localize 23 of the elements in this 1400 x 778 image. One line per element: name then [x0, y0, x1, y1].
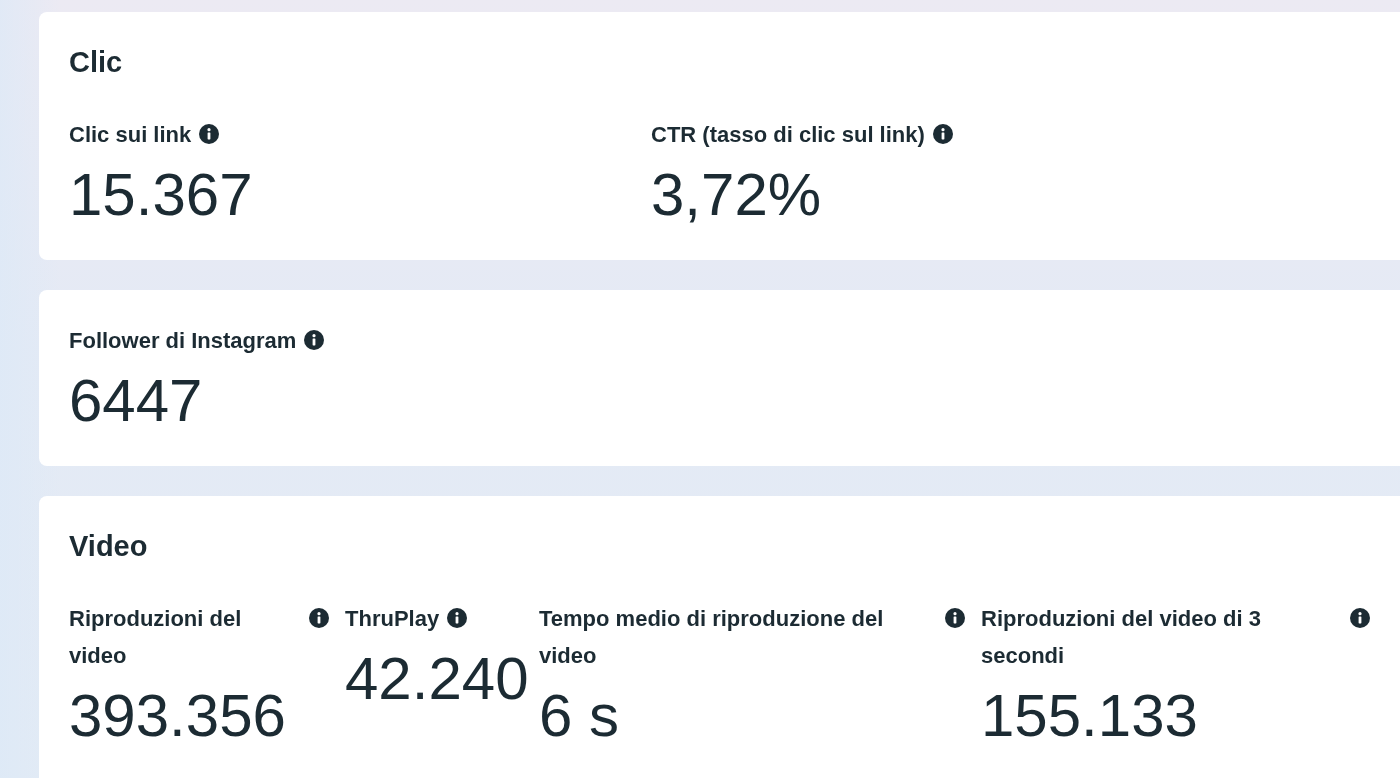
info-icon[interactable]	[309, 608, 329, 628]
info-icon[interactable]	[932, 124, 953, 144]
metric-value: 15.367	[69, 163, 254, 227]
metric-value: 6 s	[539, 684, 621, 748]
info-icon[interactable]	[945, 608, 965, 628]
info-icon[interactable]	[1350, 608, 1370, 628]
metric-label: Tempo medio di riproduzione del video	[539, 605, 885, 670]
card-title: Video	[69, 529, 149, 564]
metric-value: 3,72%	[651, 163, 823, 227]
metric-value: 6447	[69, 369, 204, 433]
metric-value: 155.133	[981, 684, 1199, 748]
metric-value: 42.240	[345, 647, 530, 711]
info-icon[interactable]	[199, 124, 220, 144]
metric-label: Follower di Instagram	[69, 327, 297, 355]
info-icon[interactable]	[447, 608, 468, 628]
metric-label: Riproduzioni del video	[69, 605, 243, 670]
card-title: Clic	[69, 45, 124, 80]
metric-label: Clic sui link	[69, 121, 192, 149]
metric-label: CTR (tasso di clic sul link)	[651, 121, 925, 149]
metric-value: 393.356	[69, 684, 287, 748]
info-icon[interactable]	[304, 330, 325, 350]
metric-label: ThruPlay	[345, 605, 440, 633]
metric-label: Riproduzioni del video di 3 secondi	[981, 605, 1262, 670]
